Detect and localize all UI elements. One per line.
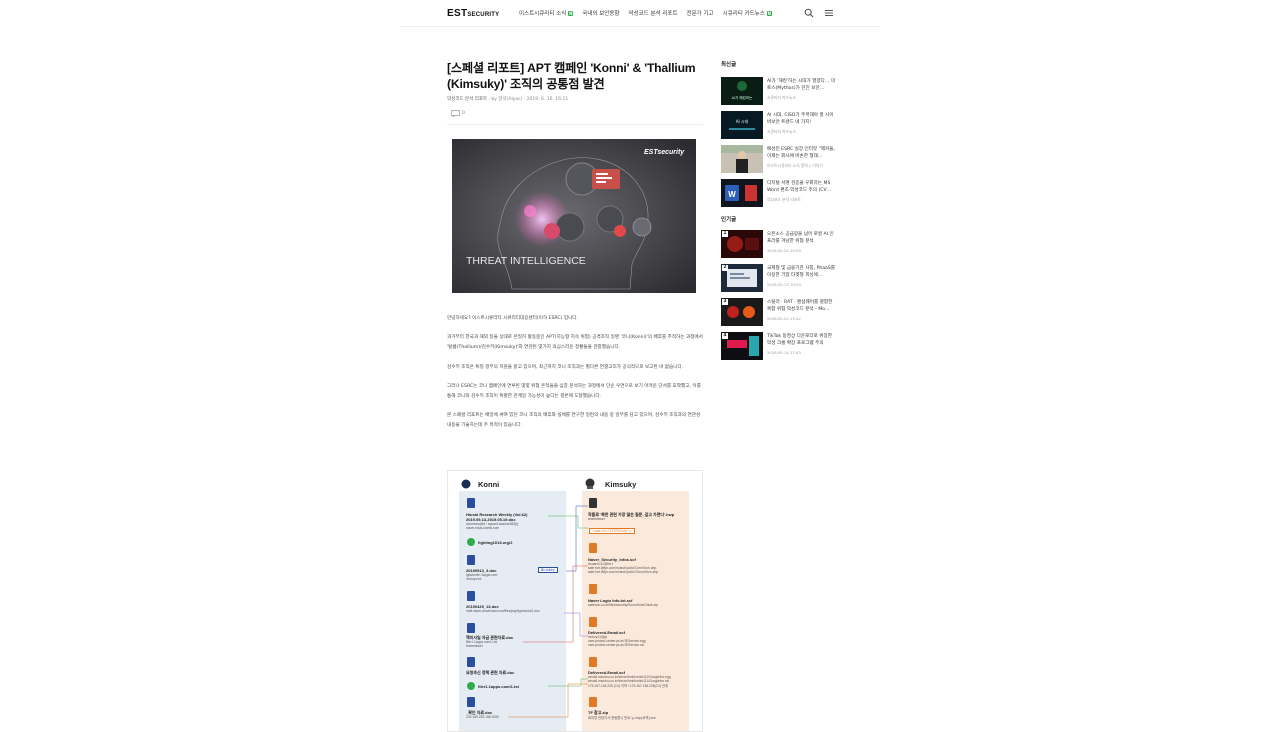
post-category: 시큐리티 카드뉴스: [767, 129, 797, 134]
nav-item-malware-reports[interactable]: 악성코드 분석 리포트: [628, 9, 677, 17]
title-line-1: [스페셜 리포트] APT 캠페인 'Konni' & 'Thallium: [447, 61, 696, 75]
new-badge: N: [766, 10, 772, 16]
nav-label: 국내외 보안동향: [582, 11, 620, 17]
recent-post-item[interactable]: AI가 해킹하는 AI가 '해킹'하는 시대가 열렸다… 미토스(Mythos)…: [721, 77, 839, 111]
nav-label: 시큐리티 카드뉴스: [722, 11, 765, 17]
post-thumbnail: AI가 해킹하는: [721, 77, 763, 105]
nav-item-est-news[interactable]: 이스트시큐리티 소식 N: [519, 9, 574, 17]
comment-count: 0: [462, 111, 465, 116]
article-title: [스페셜 리포트] APT 캠페인 'Konni' & 'Thallium (Ki…: [447, 60, 703, 92]
comment-icon: [451, 110, 460, 117]
nav-label: 전문가 기고: [686, 11, 714, 17]
title-line-2: (Kimsuky)' 조직의 공통점 발견: [447, 77, 605, 91]
paragraph: 김수키 조직은 특정 정부의 지원을 받고 있으며, 최근까지 코니 조직과는 …: [447, 364, 684, 370]
thumbnail-photo: [721, 145, 763, 173]
post-title: 오픈소스 공급망을 넘어 로컬 AI 인프라를 겨냥한 위협 분석: [767, 232, 834, 244]
post-category: 이스트시큐리티 소식 알약 L 이야기: [767, 163, 823, 168]
thumbnail-caption: AI가 해킹하는: [732, 95, 753, 100]
paragraph: 그러나 ESRC는 코니 캠페인에 연루된 몇몇 위협 흔적들을 심층 분석하는…: [447, 383, 701, 399]
sidebar: 최신글 AI가 해킹하는 AI가 '해킹'하는 시대가 열렸다… 미토스(Myt…: [721, 60, 839, 366]
paragraph: 과거부터 한국과 해외 등을 상대로 은밀히 활동중인 APT(지능형 지속 위…: [447, 335, 703, 351]
top-navigation-bar: ESTSECURITY 이스트시큐리티 소식 N 국내외 보안동향 악성코드 분석…: [400, 0, 880, 27]
post-date: 2026.05.13 10:34: [767, 282, 801, 287]
threat-intelligence-illustration: ESTsecurity THREAT INTELLIGENCE: [452, 139, 696, 293]
logo-text: EST: [447, 8, 468, 19]
recent-post-item[interactable]: 배성민 ESRC 실장 인터뷰 "제커들, 이제는 회사에 버손한 형태… 이스…: [721, 145, 839, 179]
post-title: 배성민 ESRC 실장 인터뷰 "제커들, 이제는 회사에 버손한 형태…: [767, 147, 835, 159]
hero-caption: THREAT INTELLIGENCE: [466, 255, 586, 267]
post-category: 악성코드 분석 리포트: [767, 197, 801, 202]
article: [스페셜 리포트] APT 캠페인 'Konni' & 'Thallium (Ki…: [447, 60, 703, 732]
site-logo[interactable]: ESTSECURITY: [447, 8, 499, 19]
nav-item-card-news[interactable]: 시큐리티 카드뉴스 N: [723, 9, 772, 17]
post-title: AI가 '해킹'하는 시대가 열렸다… 미토스(Mythos)가 던진 보안…: [767, 79, 836, 91]
category-link[interactable]: 악성코드 분석 리포트: [447, 97, 487, 102]
nav-label: 악성코드 분석 리포트: [628, 11, 678, 17]
popular-posts-heading: 인기글: [721, 217, 737, 223]
popular-post-item[interactable]: 4 TikTok 동영상 다운로더로 위장한 악성 크롬 확장 프로그램 주의 …: [721, 332, 839, 366]
post-title: AI 시대, CISO가 주목해야 할 사이버보안 트렌드 네 가지!: [767, 113, 834, 125]
popular-post-item[interactable]: 2 국제형 및 금융기관 사칭, PhaaS를 이용한 기업 타겟형 피싱에… …: [721, 264, 839, 298]
post-date: 2026.05.20 15:42: [767, 316, 801, 321]
post-date: 2026.05.14 17:43: [767, 350, 801, 355]
rank-badge: 1: [722, 231, 728, 237]
hamburger-menu-icon[interactable]: [824, 8, 834, 18]
post-thumbnail: [721, 145, 763, 173]
search-icon[interactable]: [804, 8, 814, 18]
hero-brand: ESTsecurity: [644, 149, 685, 156]
nav-label: 이스트시큐리티 소식: [519, 11, 567, 17]
thumbnail-art: AI가 해킹하는: [721, 77, 763, 105]
hero-image: ESTsecurity THREAT INTELLIGENCE: [452, 139, 696, 293]
thumbnail-art: AI 시대: [721, 111, 763, 139]
paragraph: 본 스페셜 리포트는 배일에 싸여 있던 코니 조직의 배후와 실체를 연구한 …: [447, 413, 701, 428]
thumbnail-caption: AI 시대: [736, 118, 749, 124]
new-badge: N: [568, 10, 574, 16]
thumbnail-art: W: [721, 179, 763, 207]
popular-post-item[interactable]: 3 스틸러 · RAT · 랜섬웨어를 결합한 복합 위협 악성코드 분석 - …: [721, 298, 839, 332]
post-thumbnail: AI 시대: [721, 111, 763, 139]
post-title: 스틸러 · RAT · 랜섬웨어를 결합한 복합 위협 악성코드 분석 - Mo…: [767, 300, 833, 312]
thumbnail-caption: W: [728, 190, 736, 199]
article-body: 안녕하세요? 이스트시큐리티 시큐리티대응센터(이하 ESRC) 입니다. 과거…: [447, 314, 703, 440]
post-title: 국제형 및 금융기관 사칭, PhaaS를 이용한 기업 타겟형 피싱에…: [767, 266, 836, 278]
nav-item-security-trends[interactable]: 국내외 보안동향: [582, 9, 619, 17]
recent-post-item[interactable]: W 디지털 서명 검증을 우회하는 MS Word 편조 악성코드 주의 (CV…: [721, 179, 839, 213]
paragraph: 안녕하세요? 이스트시큐리티 시큐리티대응센터(이하 ESRC) 입니다.: [447, 316, 578, 321]
post-title: 디지털 서명 검증을 우회하는 MS Word 편조 악성코드 주의 (CV…: [767, 181, 832, 193]
rank-badge: 2: [722, 265, 728, 271]
nav-item-expert-column[interactable]: 전문가 기고: [687, 9, 714, 17]
post-thumbnail: W: [721, 179, 763, 207]
divider: [447, 124, 703, 125]
rank-badge: 4: [722, 333, 728, 339]
rank-badge: 3: [722, 299, 728, 305]
article-meta: 악성코드 분석 리포트 · by 알약(Alyac) · 2019. 6. 10…: [447, 96, 703, 102]
recent-posts-heading: 최신글: [721, 62, 737, 68]
post-category: 시큐리티 카드뉴스: [767, 95, 797, 100]
post-date: 2026.05.20 14:00: [767, 248, 801, 253]
comment-count-button[interactable]: 0: [451, 110, 703, 117]
author-date: · by 알약(Alyac) · 2019. 6. 10. 16:11: [488, 97, 569, 102]
connector-lines: [508, 505, 588, 718]
recent-post-item[interactable]: AI 시대 AI 시대, CISO가 주목해야 할 사이버보안 트렌드 네 가지…: [721, 111, 839, 145]
popular-post-item[interactable]: 1 오픈소스 공급망을 넘어 로컬 AI 인프라를 겨냥한 위협 분석 2026…: [721, 230, 839, 264]
logo-subtext: SECURITY: [467, 12, 500, 18]
post-title: TikTok 동영상 다운로더로 위장한 악성 크롬 확장 프로그램 주의: [767, 334, 832, 346]
konni-kimsuky-diagram: Konni Kimsuky Hiusbi Research Weekly (Vo…: [447, 470, 703, 732]
main-nav: 이스트시큐리티 소식 N 국내외 보안동향 악성코드 분석 리포트 전문가 기고 …: [519, 9, 772, 17]
